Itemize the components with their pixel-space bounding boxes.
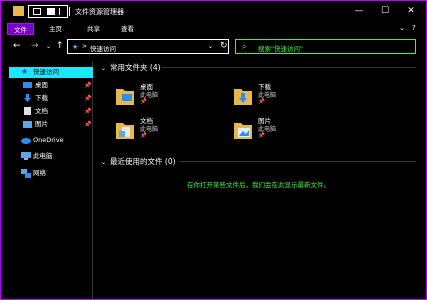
collapse-icon[interactable]: ⌄ <box>101 65 106 72</box>
star-icon: ★ <box>21 67 29 76</box>
empty-recent-message: 在你打开某些文件后，我们会在此显示最新文件。 <box>187 181 330 189</box>
folder-app-icon <box>13 6 24 16</box>
desktop-folder-icon <box>116 89 134 105</box>
pin-icon: 📌 <box>258 99 265 105</box>
address-row: ← → ⌄ ↑ ★ > 快速访问 ⌄ ↻ ⌕ 搜索"快速访问" <box>1 37 426 57</box>
tab-home[interactable]: 主页 <box>43 23 68 35</box>
folder-location: 此电脑 <box>258 126 277 133</box>
folder-tile-documents[interactable]: 文档 此电脑 📌 <box>116 115 226 145</box>
document-icon <box>23 107 32 115</box>
expand-ribbon-icon[interactable]: ⌄ <box>399 24 405 32</box>
download-icon <box>23 94 32 102</box>
window-title: 文件资源管理器 <box>75 8 124 16</box>
folder-tile-downloads[interactable]: 下载 此电脑 📌 <box>234 81 344 111</box>
sidebar-item-documents[interactable]: 文档 📌 <box>9 106 93 117</box>
pin-icon[interactable]: 📌 <box>84 80 91 91</box>
star-icon: ★ <box>72 43 79 51</box>
pin-icon: 📌 <box>140 133 147 139</box>
network-icon <box>21 169 31 178</box>
sidebar-item-quick-access[interactable]: ★ 快速访问 <box>9 67 93 78</box>
folder-location: 此电脑 <box>258 92 277 99</box>
frequent-folders-header[interactable]: ⌄ 常用文件夹 (4) <box>101 62 161 73</box>
collapse-icon[interactable]: ⌄ <box>101 159 106 166</box>
tab-share[interactable]: 共享 <box>81 23 106 35</box>
customize-toolbar-icon[interactable] <box>59 8 65 15</box>
sidebar-item-label: OneDrive <box>33 136 64 144</box>
sidebar-item-label: 此电脑 <box>33 152 53 160</box>
pin-icon[interactable]: 📌 <box>84 93 91 104</box>
address-bar[interactable]: ★ > 快速访问 ⌄ ↻ <box>67 39 229 54</box>
sidebar-item-desktop[interactable]: 桌面 📌 <box>9 80 93 91</box>
folder-location: 此电脑 <box>140 92 159 99</box>
quick-access-toolbar <box>28 5 68 18</box>
search-box[interactable]: ⌕ 搜索"快速访问" <box>235 39 416 54</box>
desktop-icon <box>23 81 32 89</box>
folder-tile-desktop[interactable]: 桌面 此电脑 📌 <box>116 81 226 111</box>
ribbon-tabs: 文件 主页 共享 查看 ⌄ ? <box>1 23 426 35</box>
sidebar-item-downloads[interactable]: 下载 📌 <box>9 93 93 104</box>
pin-icon[interactable]: 📌 <box>84 106 91 117</box>
pictures-folder-icon <box>234 123 252 139</box>
sidebar-item-label: 图片 <box>35 120 48 128</box>
properties-icon[interactable] <box>33 8 41 15</box>
title-separator <box>69 7 70 16</box>
tab-view[interactable]: 查看 <box>115 23 140 35</box>
search-input[interactable]: 搜索"快速访问" <box>258 43 303 53</box>
section-divider <box>161 67 416 68</box>
close-button[interactable]: ✕ <box>403 4 419 18</box>
recent-locations-dropdown[interactable]: ⌄ <box>46 43 51 50</box>
sidebar-item-label: 快速访问 <box>33 68 59 76</box>
pictures-icon <box>23 120 32 128</box>
pin-icon: 📌 <box>258 133 265 139</box>
sidebar-item-onedrive[interactable]: OneDrive <box>9 135 93 146</box>
recent-files-header[interactable]: ⌄ 最近使用的文件 (0) <box>101 156 176 167</box>
address-path[interactable]: 快速访问 <box>90 43 116 53</box>
maximize-button[interactable]: ☐ <box>377 4 393 18</box>
pin-icon: 📌 <box>140 99 147 105</box>
downloads-folder-icon <box>234 89 252 105</box>
sidebar-item-pictures[interactable]: 图片 📌 <box>9 119 93 130</box>
folder-tile-pictures[interactable]: 图片 此电脑 📌 <box>234 115 344 145</box>
documents-folder-icon <box>116 123 134 139</box>
sidebar-item-network[interactable]: 网络 <box>9 168 93 179</box>
help-icon[interactable]: ? <box>412 24 416 32</box>
chevron-right-icon[interactable]: > <box>82 43 87 50</box>
tab-file[interactable]: 文件 <box>7 23 34 35</box>
sidebar-item-label: 下载 <box>35 94 48 102</box>
section-divider <box>179 161 416 162</box>
minimize-button[interactable]: — <box>351 4 367 18</box>
folder-location: 此电脑 <box>140 126 159 133</box>
sidebar-item-this-pc[interactable]: 此电脑 <box>9 151 93 162</box>
sidebar-item-label: 网络 <box>33 169 46 177</box>
section-title: 最近使用的文件 (0) <box>110 157 176 166</box>
address-dropdown-icon[interactable]: ⌄ <box>208 43 213 50</box>
sidebar-item-label: 桌面 <box>35 81 48 89</box>
back-button[interactable]: ← <box>13 41 21 51</box>
pin-icon[interactable]: 📌 <box>84 119 91 130</box>
new-folder-icon[interactable] <box>47 8 55 15</box>
cloud-icon <box>21 136 31 144</box>
refresh-button[interactable]: ↻ <box>220 41 228 51</box>
explorer-window: 文件资源管理器 — ☐ ✕ 文件 主页 共享 查看 ⌄ ? ← → ⌄ ↑ ★ … <box>0 0 427 300</box>
section-title: 常用文件夹 (4) <box>110 63 161 72</box>
forward-button[interactable]: → <box>31 41 39 51</box>
sidebar-item-label: 文档 <box>35 107 48 115</box>
up-button[interactable]: ↑ <box>56 41 64 51</box>
search-icon: ⌕ <box>242 42 247 51</box>
computer-icon <box>21 152 31 160</box>
title-bar: 文件资源管理器 — ☐ ✕ <box>1 1 426 23</box>
